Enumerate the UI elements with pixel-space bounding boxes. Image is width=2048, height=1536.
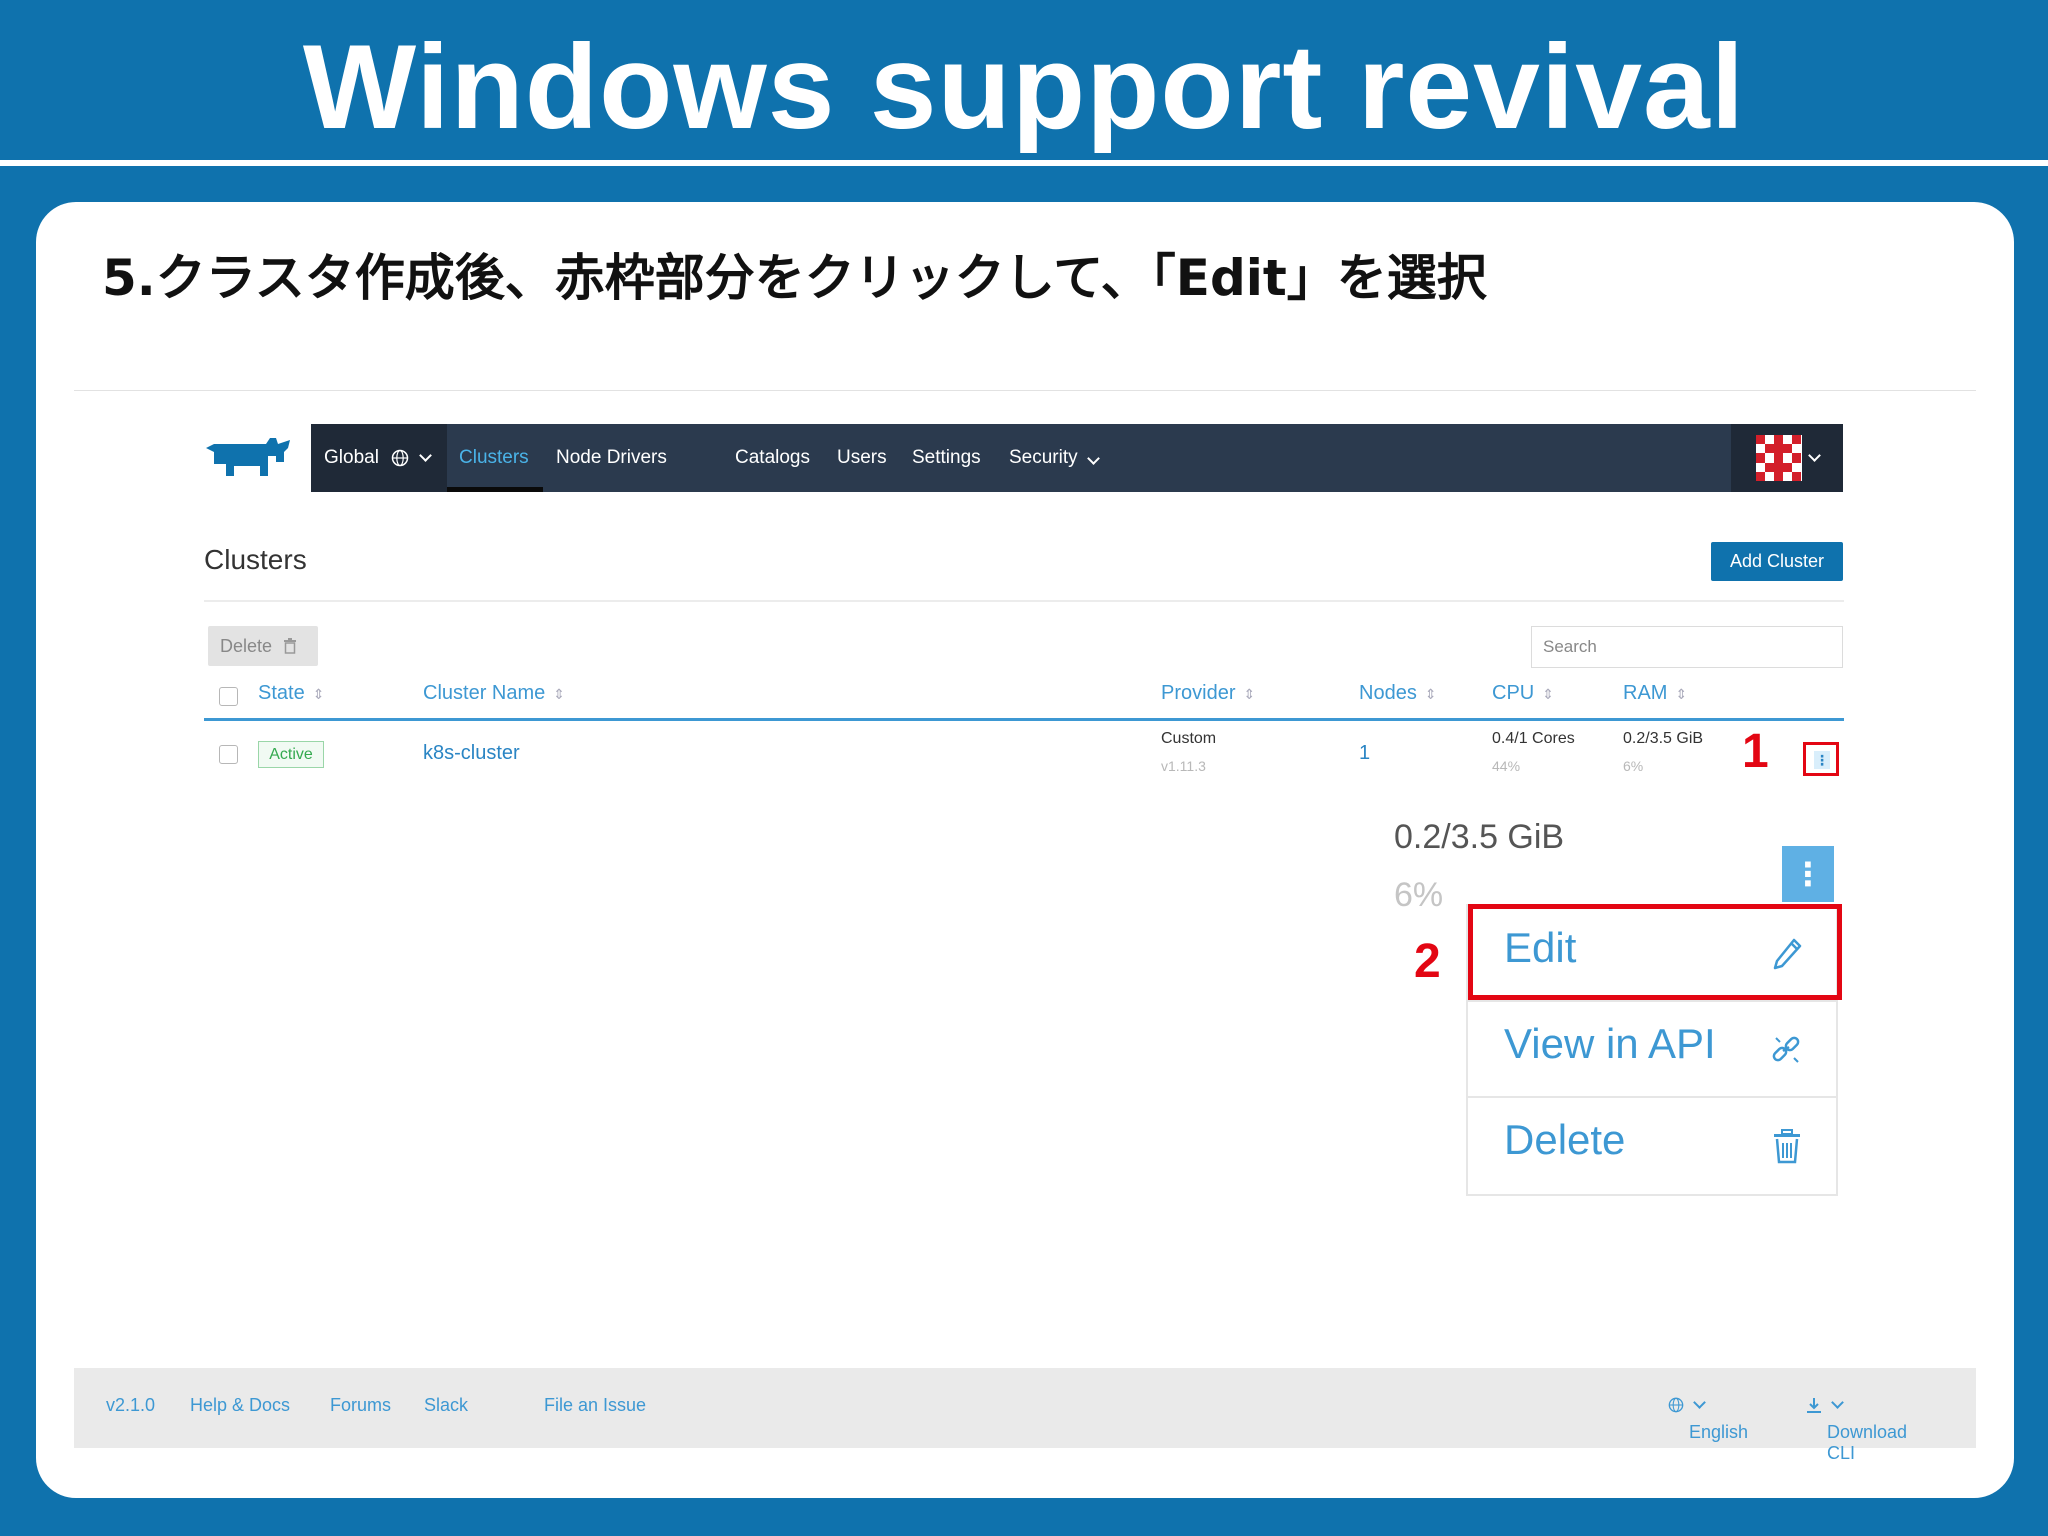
column-header-label: Nodes [1359, 682, 1417, 704]
link-icon [1772, 1036, 1800, 1063]
language-selector[interactable]: English [1668, 1395, 1748, 1442]
status-badge: Active [258, 741, 324, 768]
globe-icon [1668, 1397, 1684, 1413]
bulk-delete-label: Delete [220, 636, 273, 656]
instruction-text: 5.クラスタ作成後、赤枠部分をクリックして、「Edit」を選択 [102, 249, 1487, 307]
chevron-down-icon [1087, 452, 1100, 465]
ram-percent: 6% [1623, 758, 1644, 774]
sort-icon: ⇕ [312, 686, 325, 702]
add-cluster-button[interactable]: Add Cluster [1711, 542, 1843, 581]
nodes-count-link[interactable]: 1 [1359, 742, 1370, 765]
footer-help-docs-link[interactable]: Help & Docs [190, 1395, 290, 1416]
column-header-label: Provider [1161, 682, 1236, 704]
nav-active-indicator [447, 487, 543, 492]
trash-icon [1774, 1129, 1800, 1164]
user-menu[interactable] [1731, 424, 1843, 492]
search-input[interactable]: Search [1531, 626, 1843, 668]
avatar [1755, 435, 1802, 481]
search-placeholder: Search [1543, 637, 1597, 656]
sort-icon: ⇕ [1542, 686, 1554, 702]
column-header-cpu[interactable]: CPU ⇕ [1492, 682, 1554, 705]
nav-users[interactable]: Users [837, 424, 887, 492]
nav-settings[interactable]: Settings [912, 424, 981, 492]
column-header-state[interactable]: State ⇕ [258, 682, 324, 705]
chevron-down-icon [1831, 1396, 1844, 1409]
provider-name: Custom [1161, 730, 1217, 747]
cpu-percent: 44% [1492, 758, 1521, 774]
global-label: Global [324, 447, 379, 468]
nav-security[interactable]: Security [1009, 424, 1100, 492]
nav-security-label: Security [1009, 447, 1078, 468]
row-checkbox[interactable] [219, 745, 238, 764]
sort-icon: ⇕ [1424, 686, 1437, 702]
column-header-nodes[interactable]: Nodes ⇕ [1359, 682, 1437, 705]
download-cli-label: Download CLI [1827, 1422, 1908, 1463]
page-title: Clusters [204, 544, 307, 575]
chevron-down-icon [419, 449, 432, 462]
select-all-checkbox[interactable] [219, 687, 238, 706]
language-label: English [1689, 1422, 1749, 1442]
column-header-ram[interactable]: RAM ⇕ [1623, 682, 1687, 705]
card-divider [74, 390, 1976, 391]
table-header-divider [204, 718, 1844, 721]
menu-item-label: Delete [1504, 1116, 1626, 1163]
globe-icon [391, 449, 409, 467]
footer-forums-link[interactable]: Forums [330, 1395, 391, 1416]
heading-divider [204, 600, 1844, 602]
footer-version: v2.1.0 [106, 1395, 156, 1415]
nav-catalogs[interactable]: Catalogs [735, 424, 810, 492]
ram-usage: 0.2/3.5 GiB [1623, 730, 1704, 747]
step-1-marker: 1 [1742, 725, 1769, 778]
step-2-marker: 2 [1414, 935, 1441, 988]
column-header-label: State [258, 682, 305, 704]
top-navbar: Global Clusters Node Drivers Catalogs Us… [311, 424, 1843, 492]
footer-slack-link[interactable]: Slack [424, 1395, 468, 1416]
cpu-usage: 0.4/1 Cores [1492, 730, 1575, 747]
rancher-logo-icon[interactable] [204, 434, 292, 482]
kebab-icon: ⋮ [1814, 751, 1830, 769]
row-actions-button[interactable]: ⋮ [1803, 742, 1839, 776]
column-header-label: CPU [1492, 682, 1535, 704]
edit-highlight-frame [1468, 904, 1842, 1000]
download-icon [1807, 1398, 1821, 1413]
bulk-delete-button[interactable]: Delete [208, 626, 318, 666]
provider-version: v1.11.3 [1161, 758, 1206, 774]
sort-icon: ⇕ [1675, 686, 1688, 702]
chevron-down-icon [1807, 449, 1821, 462]
page-footer: v2.1.0 Help & Docs Forums Slack File an … [74, 1368, 1976, 1463]
global-menu[interactable]: Global [311, 424, 447, 492]
cluster-name-link[interactable]: k8s-cluster [423, 742, 520, 765]
column-header-label: Cluster Name [423, 682, 546, 704]
column-header-label: RAM [1623, 682, 1668, 704]
download-cli-menu[interactable]: Download CLI [1806, 1395, 1907, 1463]
title-divider [0, 160, 2048, 166]
sort-icon: ⇕ [553, 686, 565, 702]
menu-item-view-in-api[interactable]: View in API [1468, 1002, 1836, 1098]
chevron-down-icon [1693, 1396, 1706, 1409]
row-actions-button-zoomed[interactable]: ⋮ [1782, 846, 1834, 902]
content-card: 5.クラスタ作成後、赤枠部分をクリックして、「Edit」を選択 Global C… [36, 202, 2014, 1498]
nav-clusters[interactable]: Clusters [459, 424, 529, 492]
trash-icon [284, 638, 297, 654]
column-header-cluster-name[interactable]: Cluster Name ⇕ [423, 682, 565, 705]
zoom-ram-percent: 6% [1394, 876, 1444, 914]
footer-file-issue-link[interactable]: File an Issue [544, 1395, 646, 1416]
menu-item-delete[interactable]: Delete [1468, 1098, 1836, 1194]
column-header-provider[interactable]: Provider ⇕ [1161, 682, 1255, 705]
nav-node-drivers[interactable]: Node Drivers [556, 424, 667, 492]
menu-item-label: View in API [1504, 1020, 1716, 1067]
slide-title: Windows support revival [302, 20, 1746, 154]
zoom-ram-usage: 0.2/3.5 GiB [1394, 818, 1565, 856]
sort-icon: ⇕ [1243, 686, 1256, 702]
